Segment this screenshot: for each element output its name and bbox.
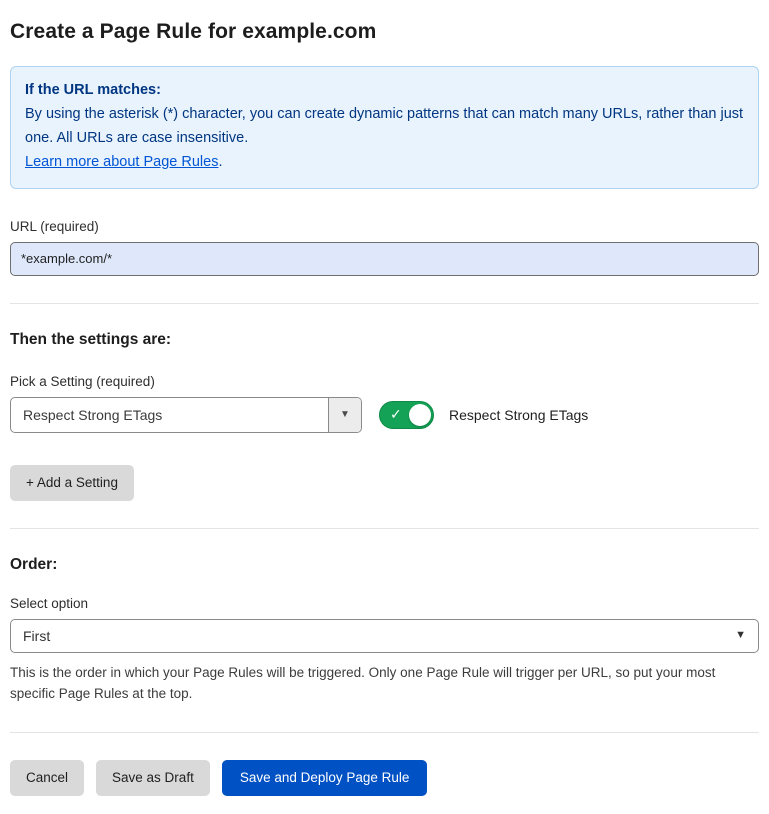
- setting-picker-group: Pick a Setting (required) Respect Strong…: [10, 374, 362, 433]
- url-input[interactable]: [10, 242, 759, 276]
- order-select-value: First: [23, 628, 50, 644]
- toggle-setting-label: Respect Strong ETags: [449, 407, 588, 423]
- setting-select-value: Respect Strong ETags: [11, 398, 328, 432]
- settings-section-heading: Then the settings are:: [10, 331, 759, 349]
- save-draft-button[interactable]: Save as Draft: [96, 760, 210, 796]
- divider: [10, 528, 759, 529]
- url-match-info-box: If the URL matches: By using the asteris…: [10, 66, 759, 189]
- page-rule-form: Create a Page Rule for example.com If th…: [0, 0, 769, 814]
- order-section-heading: Order:: [10, 556, 759, 574]
- setting-select-dropdown-button[interactable]: ▼: [328, 398, 361, 432]
- info-box-body: By using the asterisk (*) character, you…: [25, 103, 744, 151]
- url-field-group: URL (required): [10, 219, 759, 276]
- info-box-heading: If the URL matches:: [25, 79, 744, 103]
- setting-row: Pick a Setting (required) Respect Strong…: [10, 374, 759, 433]
- etags-toggle[interactable]: ✓: [379, 401, 434, 429]
- divider: [10, 732, 759, 733]
- footer-actions: Cancel Save as Draft Save and Deploy Pag…: [10, 760, 759, 796]
- cancel-button[interactable]: Cancel: [10, 760, 84, 796]
- url-field-label: URL (required): [10, 219, 759, 234]
- toggle-knob: [409, 404, 431, 426]
- divider: [10, 303, 759, 304]
- order-select-label: Select option: [10, 596, 759, 611]
- check-icon: ✓: [390, 406, 402, 423]
- chevron-down-icon: ▼: [735, 630, 746, 641]
- pick-setting-label: Pick a Setting (required): [10, 374, 362, 389]
- page-title: Create a Page Rule for example.com: [10, 20, 759, 44]
- order-select[interactable]: First ▼: [10, 619, 759, 653]
- info-box-link-line: Learn more about Page Rules.: [25, 151, 744, 175]
- setting-select[interactable]: Respect Strong ETags ▼: [10, 397, 362, 433]
- setting-toggle-group: ✓ Respect Strong ETags: [379, 401, 588, 429]
- learn-more-link[interactable]: Learn more about Page Rules: [25, 154, 218, 170]
- link-period: .: [218, 154, 222, 170]
- save-deploy-button[interactable]: Save and Deploy Page Rule: [222, 760, 428, 796]
- chevron-down-icon: ▼: [340, 410, 350, 420]
- add-setting-button[interactable]: + Add a Setting: [10, 465, 134, 501]
- order-help-text: This is the order in which your Page Rul…: [10, 663, 759, 705]
